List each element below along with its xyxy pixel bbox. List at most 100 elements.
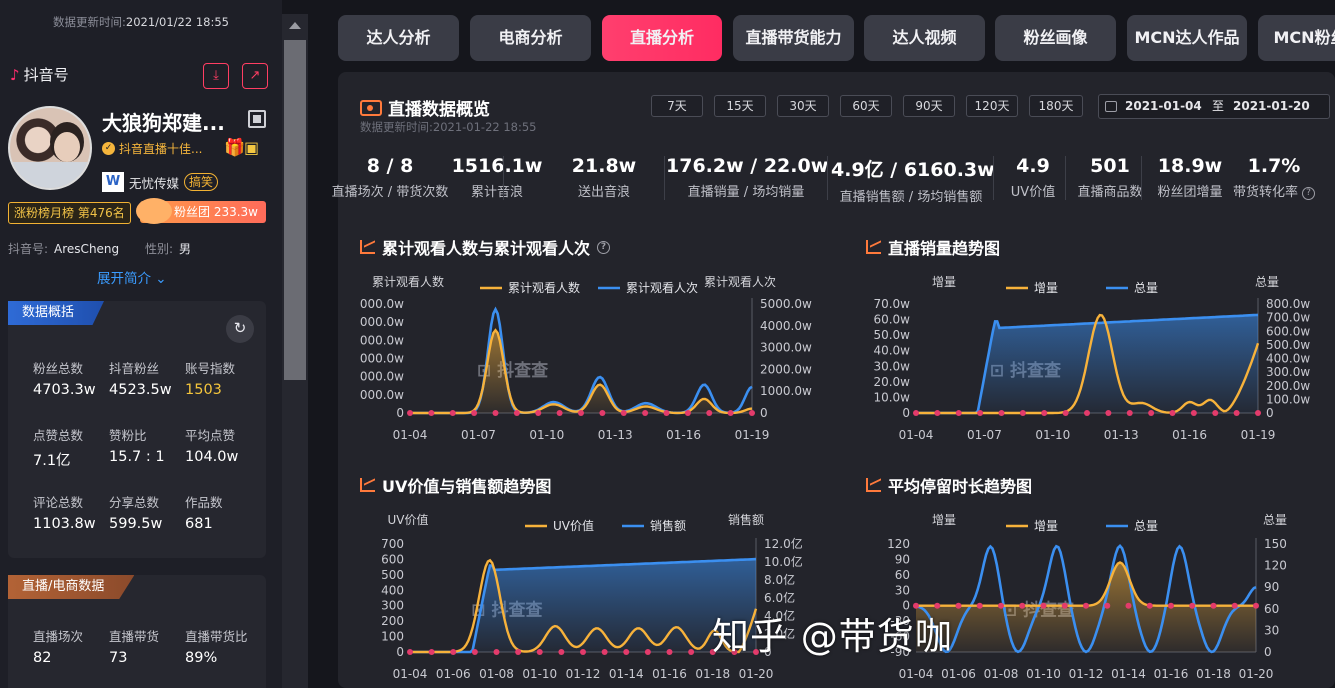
sidebar-scrollbar[interactable]: [282, 14, 308, 688]
live-marker[interactable]: [471, 410, 478, 416]
tab-1[interactable]: 达人分析: [338, 15, 459, 61]
live-marker[interactable]: [1148, 410, 1155, 416]
date-range-picker[interactable]: 2021-01-04 至 2021-01-20: [1098, 94, 1330, 119]
qr-code-icon[interactable]: [248, 110, 266, 128]
live-marker[interactable]: [599, 410, 606, 416]
tab-5[interactable]: 达人视频: [864, 15, 985, 61]
live-marker[interactable]: [1062, 410, 1069, 416]
range-button[interactable]: 180天: [1029, 95, 1083, 117]
live-marker[interactable]: [727, 410, 734, 416]
range-button[interactable]: 60天: [840, 95, 892, 117]
live-marker[interactable]: [471, 649, 478, 655]
range-button[interactable]: 120天: [966, 95, 1018, 117]
live-marker[interactable]: [601, 649, 608, 655]
live-marker[interactable]: [913, 410, 919, 416]
legend-label[interactable]: 累计观看人次: [626, 281, 698, 295]
live-marker[interactable]: [1061, 602, 1068, 609]
live-marker[interactable]: [1126, 410, 1133, 416]
live-marker[interactable]: [1212, 410, 1219, 416]
live-marker[interactable]: [1231, 602, 1238, 609]
live-marker[interactable]: [1189, 602, 1196, 609]
series-line-total[interactable]: [410, 306, 753, 415]
live-marker[interactable]: [684, 410, 691, 416]
live-marker[interactable]: [1084, 410, 1090, 416]
tab-7[interactable]: MCN达人作品: [1127, 15, 1247, 61]
gift-icon[interactable]: 🎁: [224, 138, 245, 158]
live-marker[interactable]: [998, 602, 1004, 609]
live-marker[interactable]: [1019, 410, 1026, 416]
legend-label[interactable]: 总量: [1134, 281, 1158, 295]
live-marker[interactable]: [513, 410, 520, 416]
tab-6[interactable]: 粉丝画像: [995, 15, 1116, 61]
tab-2[interactable]: 电商分析: [470, 15, 591, 61]
scrollbar-thumb[interactable]: [284, 40, 306, 380]
date-from[interactable]: 2021-01-04: [1125, 95, 1202, 118]
live-marker[interactable]: [407, 410, 413, 416]
legend-label[interactable]: 增量: [1034, 281, 1058, 295]
live-marker[interactable]: [934, 410, 941, 416]
live-marker[interactable]: [578, 410, 584, 416]
range-button[interactable]: 7天: [651, 95, 703, 117]
live-marker[interactable]: [556, 410, 563, 416]
live-marker[interactable]: [1190, 410, 1197, 416]
live-marker[interactable]: [1253, 602, 1259, 609]
live-marker[interactable]: [558, 649, 565, 655]
live-marker[interactable]: [493, 649, 500, 655]
live-marker[interactable]: [1233, 410, 1240, 416]
legend-label[interactable]: 销售额: [650, 518, 686, 533]
series-line-increment[interactable]: [410, 328, 753, 415]
live-marker[interactable]: [688, 649, 695, 655]
live-marker[interactable]: [492, 410, 499, 416]
legend-label[interactable]: 累计观看人数: [508, 280, 580, 295]
mcn-name[interactable]: 无忧传媒: [129, 173, 179, 192]
legend-label[interactable]: UV价值: [553, 518, 594, 533]
live-marker[interactable]: [1255, 410, 1261, 416]
live-marker[interactable]: [580, 649, 586, 655]
help-icon[interactable]: ?: [1302, 187, 1315, 200]
refresh-icon[interactable]: ↻: [226, 315, 254, 343]
scroll-up-icon[interactable]: [289, 22, 301, 29]
live-marker[interactable]: [428, 410, 435, 416]
live-marker[interactable]: [749, 410, 755, 416]
live-marker[interactable]: [663, 410, 670, 416]
live-marker[interactable]: [955, 602, 962, 609]
live-marker[interactable]: [535, 410, 542, 416]
live-marker[interactable]: [428, 649, 435, 655]
live-marker[interactable]: [666, 649, 673, 655]
live-marker[interactable]: [706, 410, 713, 416]
shop-icon[interactable]: ▣: [244, 138, 259, 157]
live-marker[interactable]: [1105, 410, 1112, 416]
tab-3[interactable]: 直播分析: [602, 15, 722, 61]
live-marker[interactable]: [449, 410, 456, 416]
live-marker[interactable]: [620, 410, 627, 416]
range-button[interactable]: 15天: [714, 95, 766, 117]
legend-label[interactable]: 总量: [1134, 519, 1158, 533]
range-button[interactable]: 90天: [903, 95, 955, 117]
help-icon[interactable]: ?: [597, 240, 611, 254]
live-marker[interactable]: [976, 602, 983, 609]
live-marker[interactable]: [515, 649, 522, 655]
live-marker[interactable]: [1104, 602, 1111, 609]
live-marker[interactable]: [407, 649, 413, 655]
date-to[interactable]: 2021-01-20: [1233, 95, 1310, 118]
live-marker[interactable]: [644, 649, 651, 655]
share-icon[interactable]: ↗: [242, 63, 268, 89]
live-marker[interactable]: [536, 649, 543, 655]
legend-label[interactable]: 增量: [1034, 519, 1058, 533]
range-button[interactable]: 30天: [777, 95, 829, 117]
expand-intro-link[interactable]: 展开简介 ⌄: [97, 267, 167, 287]
series-line-increment[interactable]: [916, 561, 1256, 607]
tab-8[interactable]: MCN粉丝画: [1258, 15, 1335, 61]
live-marker[interactable]: [1041, 410, 1048, 416]
live-marker[interactable]: [623, 649, 630, 655]
live-marker[interactable]: [977, 410, 984, 416]
live-marker[interactable]: [1210, 602, 1217, 609]
live-marker[interactable]: [1146, 602, 1153, 609]
tab-4[interactable]: 直播带货能力: [733, 15, 854, 61]
live-marker[interactable]: [1169, 410, 1176, 416]
download-icon[interactable]: ⤓: [203, 63, 229, 89]
live-marker[interactable]: [1040, 602, 1047, 609]
live-marker[interactable]: [1125, 602, 1132, 609]
live-marker[interactable]: [1168, 602, 1174, 609]
live-marker[interactable]: [955, 410, 962, 416]
